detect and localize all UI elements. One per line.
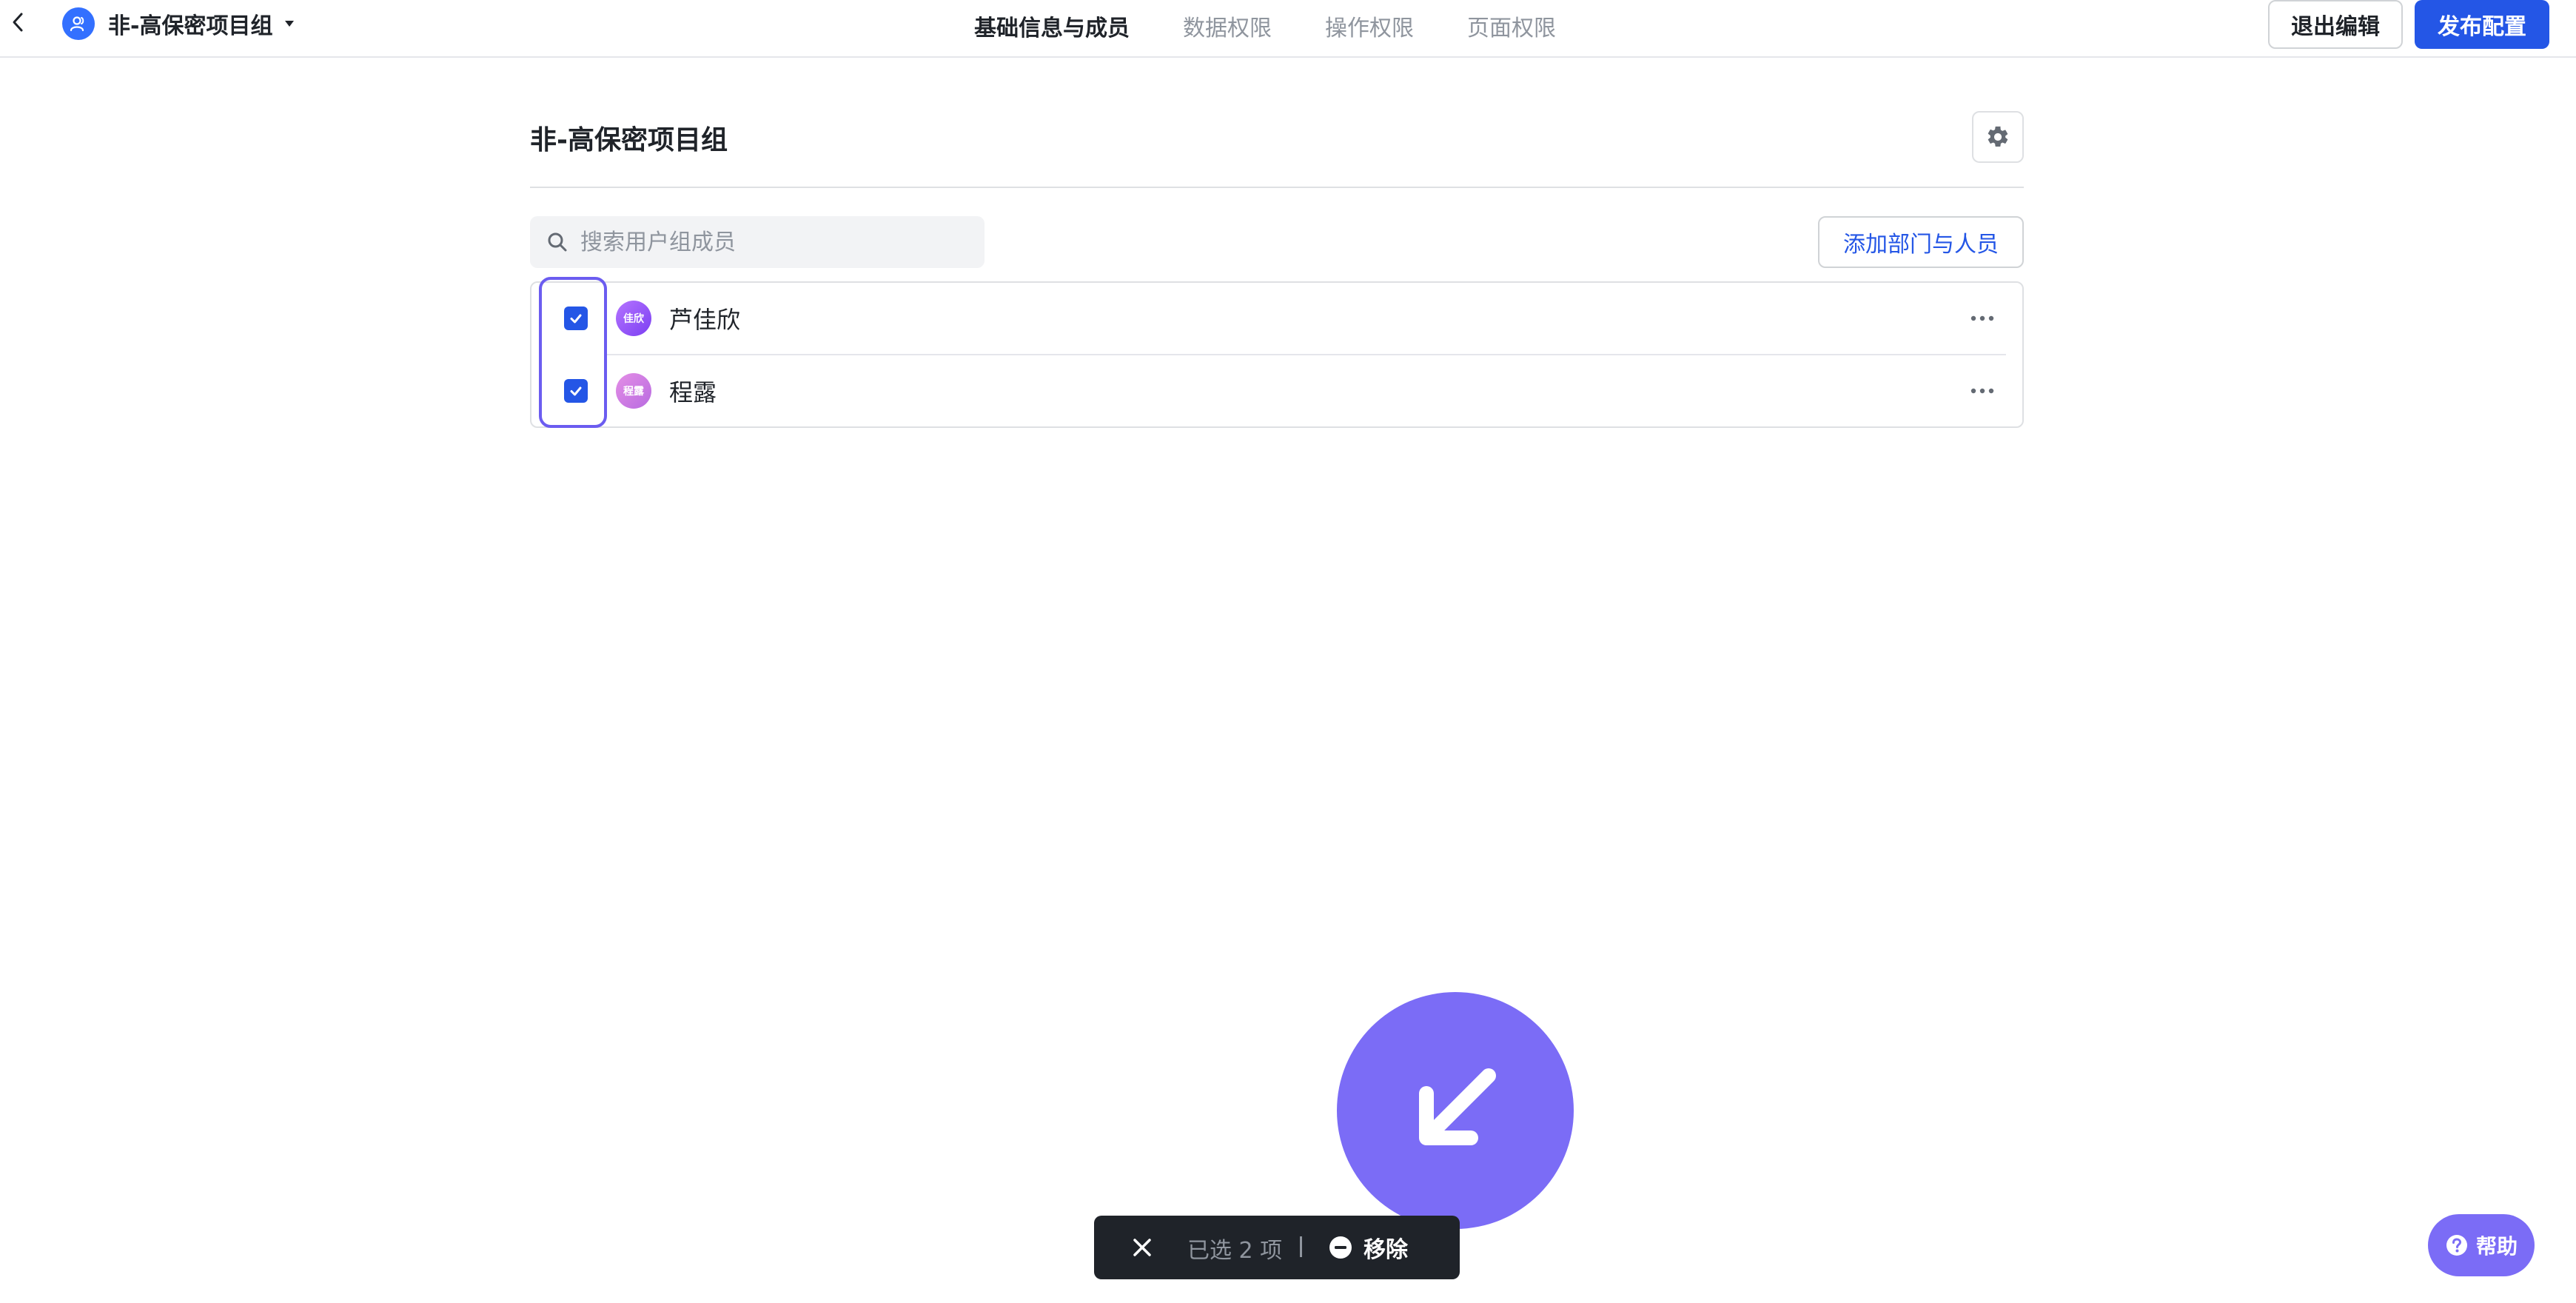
back-button[interactable] (4, 7, 31, 37)
member-name: 程露 (669, 378, 717, 406)
clear-selection-button[interactable] (1128, 1233, 1156, 1262)
help-label: 帮助 (2475, 1234, 2518, 1259)
more-horizontal-icon (1970, 388, 1994, 394)
more-horizontal-icon (1970, 315, 1994, 321)
minus-circle-icon (1329, 1236, 1352, 1259)
tab-bar: 基础信息与成员 数据权限 操作权限 页面权限 (974, 7, 1556, 44)
member-list: 佳欣 芦佳欣 程露 程露 (530, 281, 2024, 428)
list-item[interactable]: 程露 程露 (531, 355, 2022, 426)
chevron-left-icon (13, 13, 23, 32)
check-icon (570, 386, 582, 396)
remove-label: 移除 (1364, 1237, 1408, 1263)
user-group-icon (62, 7, 95, 40)
close-icon (1133, 1239, 1151, 1256)
tab-operation-permissions[interactable]: 操作权限 (1325, 10, 1414, 42)
member-name: 芦佳欣 (669, 306, 741, 334)
selected-count: 已选 2 项 (1187, 1238, 1283, 1264)
check-icon (570, 314, 582, 324)
title-divider (530, 187, 2024, 188)
tab-basic-info-members[interactable]: 基础信息与成员 (974, 10, 1130, 42)
avatar: 程露 (616, 373, 651, 409)
search-input[interactable] (579, 228, 964, 256)
caret-down-icon (283, 17, 296, 30)
group-switcher[interactable]: 非-高保密项目组 (62, 6, 296, 41)
question-circle-icon (2446, 1235, 2467, 1256)
gear-icon (1988, 126, 2008, 147)
publish-config-button[interactable]: 发布配置 (2415, 0, 2549, 49)
page-title: 非-高保密项目组 (530, 125, 728, 155)
arrow-down-left-icon (1419, 1068, 1496, 1145)
avatar: 佳欣 (616, 301, 651, 336)
settings-button[interactable] (1972, 111, 2024, 163)
group-name: 非-高保密项目组 (108, 13, 273, 39)
remove-button[interactable]: 移除 (1328, 1229, 1408, 1266)
tab-data-permissions[interactable]: 数据权限 (1183, 10, 1272, 42)
tab-page-permissions[interactable]: 页面权限 (1467, 10, 1556, 42)
help-button[interactable]: 帮助 (2428, 1214, 2535, 1276)
add-department-member-button[interactable]: 添加部门与人员 (1818, 216, 2024, 268)
more-options-button[interactable] (1968, 304, 1997, 333)
more-options-button[interactable] (1968, 376, 1997, 406)
batch-action-bar: 已选 2 项 移除 (1094, 1216, 1460, 1279)
list-item[interactable]: 佳欣 芦佳欣 (531, 283, 2022, 354)
search-box[interactable] (530, 216, 985, 268)
divider (1300, 1236, 1302, 1257)
top-bar: 非-高保密项目组 基础信息与成员 数据权限 操作权限 页面权限 退出编辑 发布配… (0, 0, 2576, 58)
member-checkbox[interactable] (564, 307, 588, 330)
member-checkbox[interactable] (564, 379, 588, 403)
pointer-indicator (1337, 992, 1574, 1229)
exit-edit-button[interactable]: 退出编辑 (2268, 0, 2403, 49)
search-icon (548, 232, 567, 252)
